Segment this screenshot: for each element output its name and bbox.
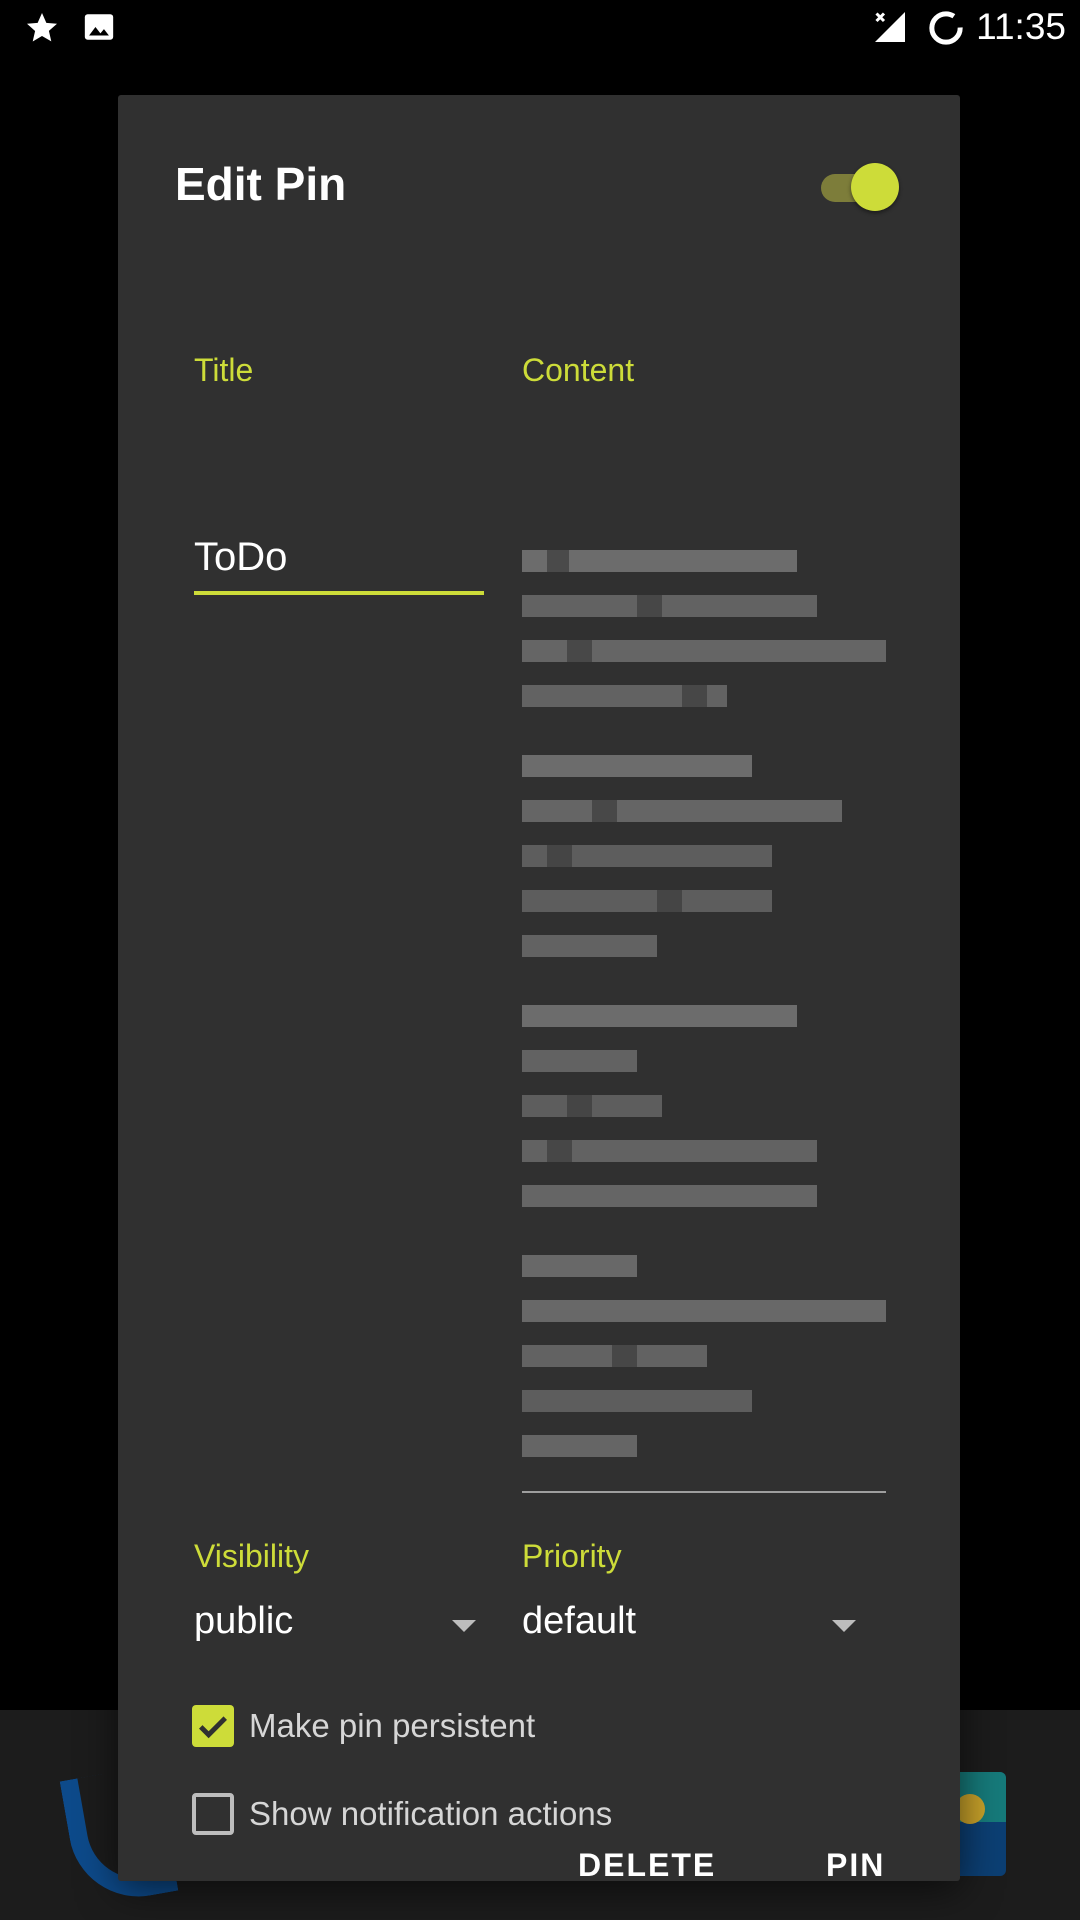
title-underline: [194, 591, 484, 595]
content-underline: [522, 1491, 886, 1493]
title-input[interactable]: ToDo: [194, 535, 484, 595]
toggle-thumb: [851, 163, 899, 211]
chevron-down-icon: [452, 1620, 476, 1632]
battery-charging-icon: [926, 8, 966, 53]
signal-no-service-icon: [872, 8, 908, 51]
delete-button[interactable]: DELETE: [578, 1847, 716, 1881]
content-label: Content: [522, 352, 635, 388]
pin-button[interactable]: PIN: [826, 1847, 885, 1881]
content-obscured-text: [522, 550, 886, 1457]
image-icon: [82, 10, 116, 49]
content-input[interactable]: [522, 525, 886, 1485]
visibility-value: public: [194, 1600, 294, 1642]
persistent-label: Make pin persistent: [249, 1707, 536, 1744]
status-time: 11:35: [976, 6, 1066, 47]
priority-value: default: [522, 1600, 637, 1642]
dialog-title: Edit Pin: [175, 158, 347, 210]
visibility-dropdown[interactable]: public: [194, 1600, 484, 1652]
persistent-checkbox[interactable]: [192, 1705, 234, 1747]
priority-label: Priority: [522, 1538, 622, 1574]
visibility-label: Visibility: [194, 1538, 309, 1574]
priority-dropdown[interactable]: default: [522, 1600, 886, 1652]
actions-checkbox[interactable]: [192, 1793, 234, 1835]
checkmark-icon: [199, 1716, 227, 1739]
chevron-down-icon: [832, 1620, 856, 1632]
enable-pin-toggle[interactable]: [821, 160, 901, 212]
edit-pin-dialog: Edit Pin Title ToDo Content Visibility P…: [118, 95, 960, 1881]
status-bar: 11:35: [0, 0, 1080, 58]
actions-label: Show notification actions: [249, 1795, 613, 1832]
title-label: Title: [194, 352, 254, 388]
star-icon: [24, 10, 60, 51]
